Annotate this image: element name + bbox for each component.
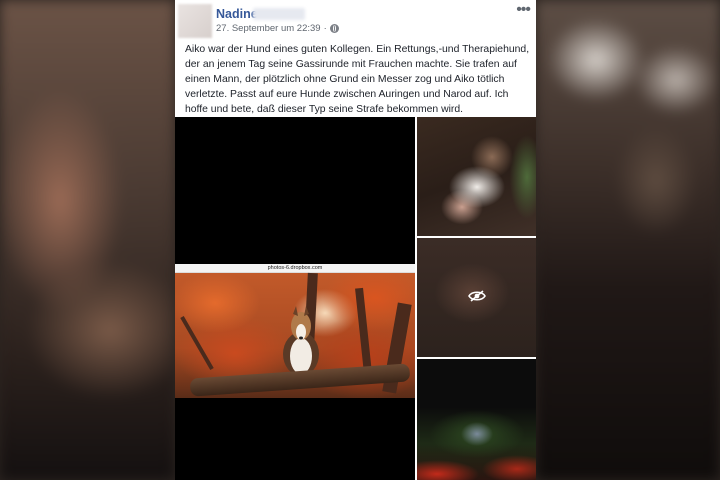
photo-thumbnail-1[interactable] bbox=[417, 117, 536, 236]
eye-slash-icon bbox=[468, 290, 486, 302]
autumn-forest-image bbox=[175, 272, 415, 398]
redacted-surname bbox=[253, 8, 305, 20]
browser-url-bar: photos-6.dropbox.com bbox=[175, 264, 415, 273]
post-timestamp[interactable]: 27. September um 22:39 bbox=[216, 23, 321, 34]
main-photo[interactable]: photos-6.dropbox.com bbox=[175, 117, 415, 480]
post-text: Aiko war der Hund eines guten Kollegen. … bbox=[185, 44, 530, 115]
more-options-icon[interactable]: ••• bbox=[516, 2, 531, 18]
post-meta: 27. September um 22:39 · bbox=[216, 23, 339, 34]
globe-icon bbox=[329, 24, 339, 33]
meta-separator: · bbox=[323, 23, 327, 34]
post-header: Nadine 27. September um 22:39 · ••• bbox=[175, 0, 536, 40]
collie-dog bbox=[283, 306, 319, 376]
photo-grid: photos-6.dropbox.com bbox=[175, 117, 536, 480]
photo-thumbnail-3[interactable] bbox=[417, 359, 536, 480]
avatar[interactable] bbox=[178, 4, 212, 38]
blurred-background-right bbox=[536, 0, 720, 480]
dog-photo-screenshot: photos-6.dropbox.com bbox=[175, 264, 415, 398]
photo-thumbnail-2-hidden[interactable] bbox=[417, 238, 536, 357]
facebook-post: Nadine 27. September um 22:39 · ••• Aiko… bbox=[175, 0, 536, 480]
author-name[interactable]: Nadine bbox=[216, 7, 258, 21]
url-text: photos-6.dropbox.com bbox=[267, 265, 323, 271]
blurred-background-left bbox=[0, 0, 175, 480]
